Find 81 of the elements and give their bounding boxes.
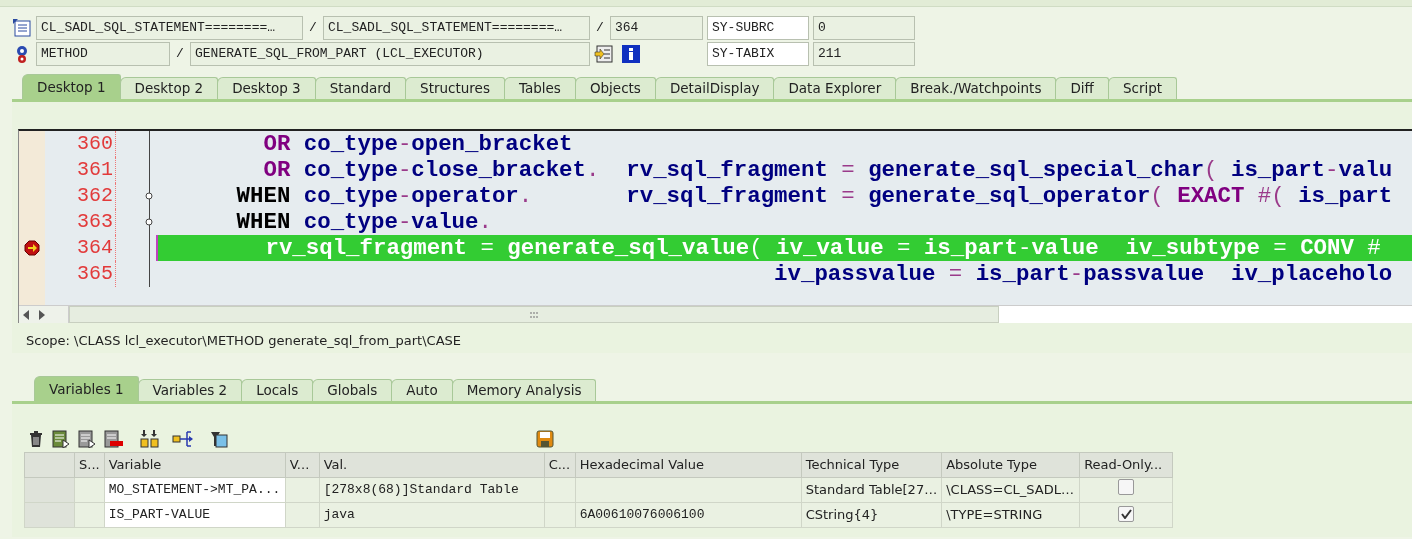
table-cell: 6A00610076006100 <box>579 507 705 523</box>
display-list-icon[interactable] <box>594 45 614 63</box>
tab[interactable]: Desktop 3 <box>217 77 316 99</box>
code-line: OR co_type-close_bracket. rv_sql_fragment = generate_sql_special_char( is_part-valu <box>262 157 1394 183</box>
tab[interactable]: Desktop 2 <box>119 77 219 99</box>
program-field[interactable]: CL_SADL_SQL_STATEMENT========… <box>323 16 590 40</box>
separator: / <box>595 19 605 38</box>
scroll-right-icon[interactable] <box>38 309 45 320</box>
tab[interactable]: Diff <box>1055 77 1109 99</box>
code-line: WHEN co_type-value. <box>235 209 493 235</box>
program-field[interactable]: CL_SADL_SQL_STATEMENT========… <box>36 16 303 40</box>
column-header[interactable]: C... <box>544 452 576 478</box>
separator: / <box>175 45 185 64</box>
column-header[interactable]: Hexadecimal Value <box>575 452 802 478</box>
node-arrow-icon[interactable] <box>172 430 194 448</box>
column-header[interactable]: S... <box>74 452 105 478</box>
line-number: 360 <box>45 131 116 157</box>
system-field-name: SY-TABIX <box>707 42 809 66</box>
tab[interactable]: Globals <box>312 379 393 401</box>
table-cell: IS_PART-VALUE <box>104 502 286 528</box>
checkbox[interactable] <box>1118 506 1135 523</box>
column-header[interactable]: Val. <box>319 452 545 478</box>
filter-icon[interactable] <box>210 430 228 448</box>
line-number: 361 <box>45 157 116 183</box>
tab[interactable]: Objects <box>574 77 656 99</box>
system-field-value: 211 <box>813 42 915 66</box>
column-header[interactable]: V... <box>285 452 320 478</box>
tab[interactable]: Script <box>1107 77 1178 99</box>
tab[interactable]: Break./Watchpoints <box>895 77 1057 99</box>
tab[interactable]: Variables 1 <box>34 376 139 401</box>
tab[interactable]: DetailDisplay <box>654 77 775 99</box>
table-cell: \CLASS=CL_SADL… <box>941 477 1080 503</box>
column-header[interactable]: Technical Type <box>801 452 942 478</box>
line-number: 363 <box>45 209 116 235</box>
code-line: OR co_type-open_bracket <box>262 131 574 157</box>
fold-marker-icon[interactable] <box>145 218 153 226</box>
tab[interactable]: Data Explorer <box>773 77 897 99</box>
select-all-cell[interactable] <box>24 452 75 478</box>
hierarchy-icon[interactable] <box>140 430 160 448</box>
column-header[interactable]: Variable <box>104 452 286 478</box>
tab[interactable]: Memory Analysis <box>451 379 597 401</box>
fold-marker-icon[interactable] <box>145 192 153 200</box>
program-icon <box>12 18 32 38</box>
code-editor[interactable] <box>18 129 1412 323</box>
separator: / <box>308 19 318 38</box>
line-number: 364 <box>45 235 116 261</box>
event-field[interactable]: METHOD <box>36 42 170 66</box>
info-icon[interactable] <box>622 45 640 63</box>
system-field-value: 0 <box>813 16 915 40</box>
column-header[interactable]: Read-Only... <box>1079 452 1173 478</box>
tab[interactable]: Locals <box>241 379 314 401</box>
document-icon[interactable] <box>78 430 96 448</box>
delete-icon[interactable] <box>28 430 44 448</box>
program-field[interactable]: 364 <box>610 16 703 40</box>
table-cell: Standard Table[27… <box>801 477 942 503</box>
event-field[interactable]: GENERATE_SQL_FROM_PART (LCL_EXECUTOR) <box>190 42 590 66</box>
line-number: 362 <box>45 183 116 209</box>
tab[interactable]: Standard <box>314 77 407 99</box>
tab[interactable]: Desktop 1 <box>22 74 121 99</box>
document-remove-icon[interactable] <box>104 430 124 448</box>
scope-path: Scope: \CLASS lcl_executor\METHOD generate_sql_from_part\CASE <box>26 333 462 348</box>
scroll-left-icon[interactable] <box>23 309 30 320</box>
code-line: iv_passvalue = is_part-passvalue iv_placeholo <box>773 261 1394 287</box>
tab[interactable]: Auto <box>391 379 453 401</box>
table-cell: CString{4} <box>801 502 942 528</box>
column-header[interactable]: Absolute Type <box>941 452 1080 478</box>
table-cell: \TYPE=STRING <box>941 502 1080 528</box>
line-number: 365 <box>45 261 116 287</box>
checkbox[interactable] <box>1118 479 1135 496</box>
code-line: WHEN co_type-operator. rv_sql_fragment = generate_sql_operator( EXACT #( is_part <box>235 183 1394 209</box>
tab[interactable]: Tables <box>503 77 576 99</box>
scrollbar-thumb[interactable] <box>69 306 999 323</box>
table-cell: MO_STATEMENT->MT_PA... <box>104 477 286 503</box>
breakpoint-icon[interactable] <box>24 240 40 256</box>
table-cell: java <box>319 502 545 528</box>
tab[interactable]: Variables 2 <box>137 379 243 401</box>
tab[interactable]: Structures <box>405 77 505 99</box>
system-field-name: SY-SUBRC <box>707 16 809 40</box>
save-icon[interactable] <box>536 430 554 448</box>
document-icon[interactable] <box>52 430 70 448</box>
table-cell: [278x8(68)]Standard Table <box>319 477 545 503</box>
